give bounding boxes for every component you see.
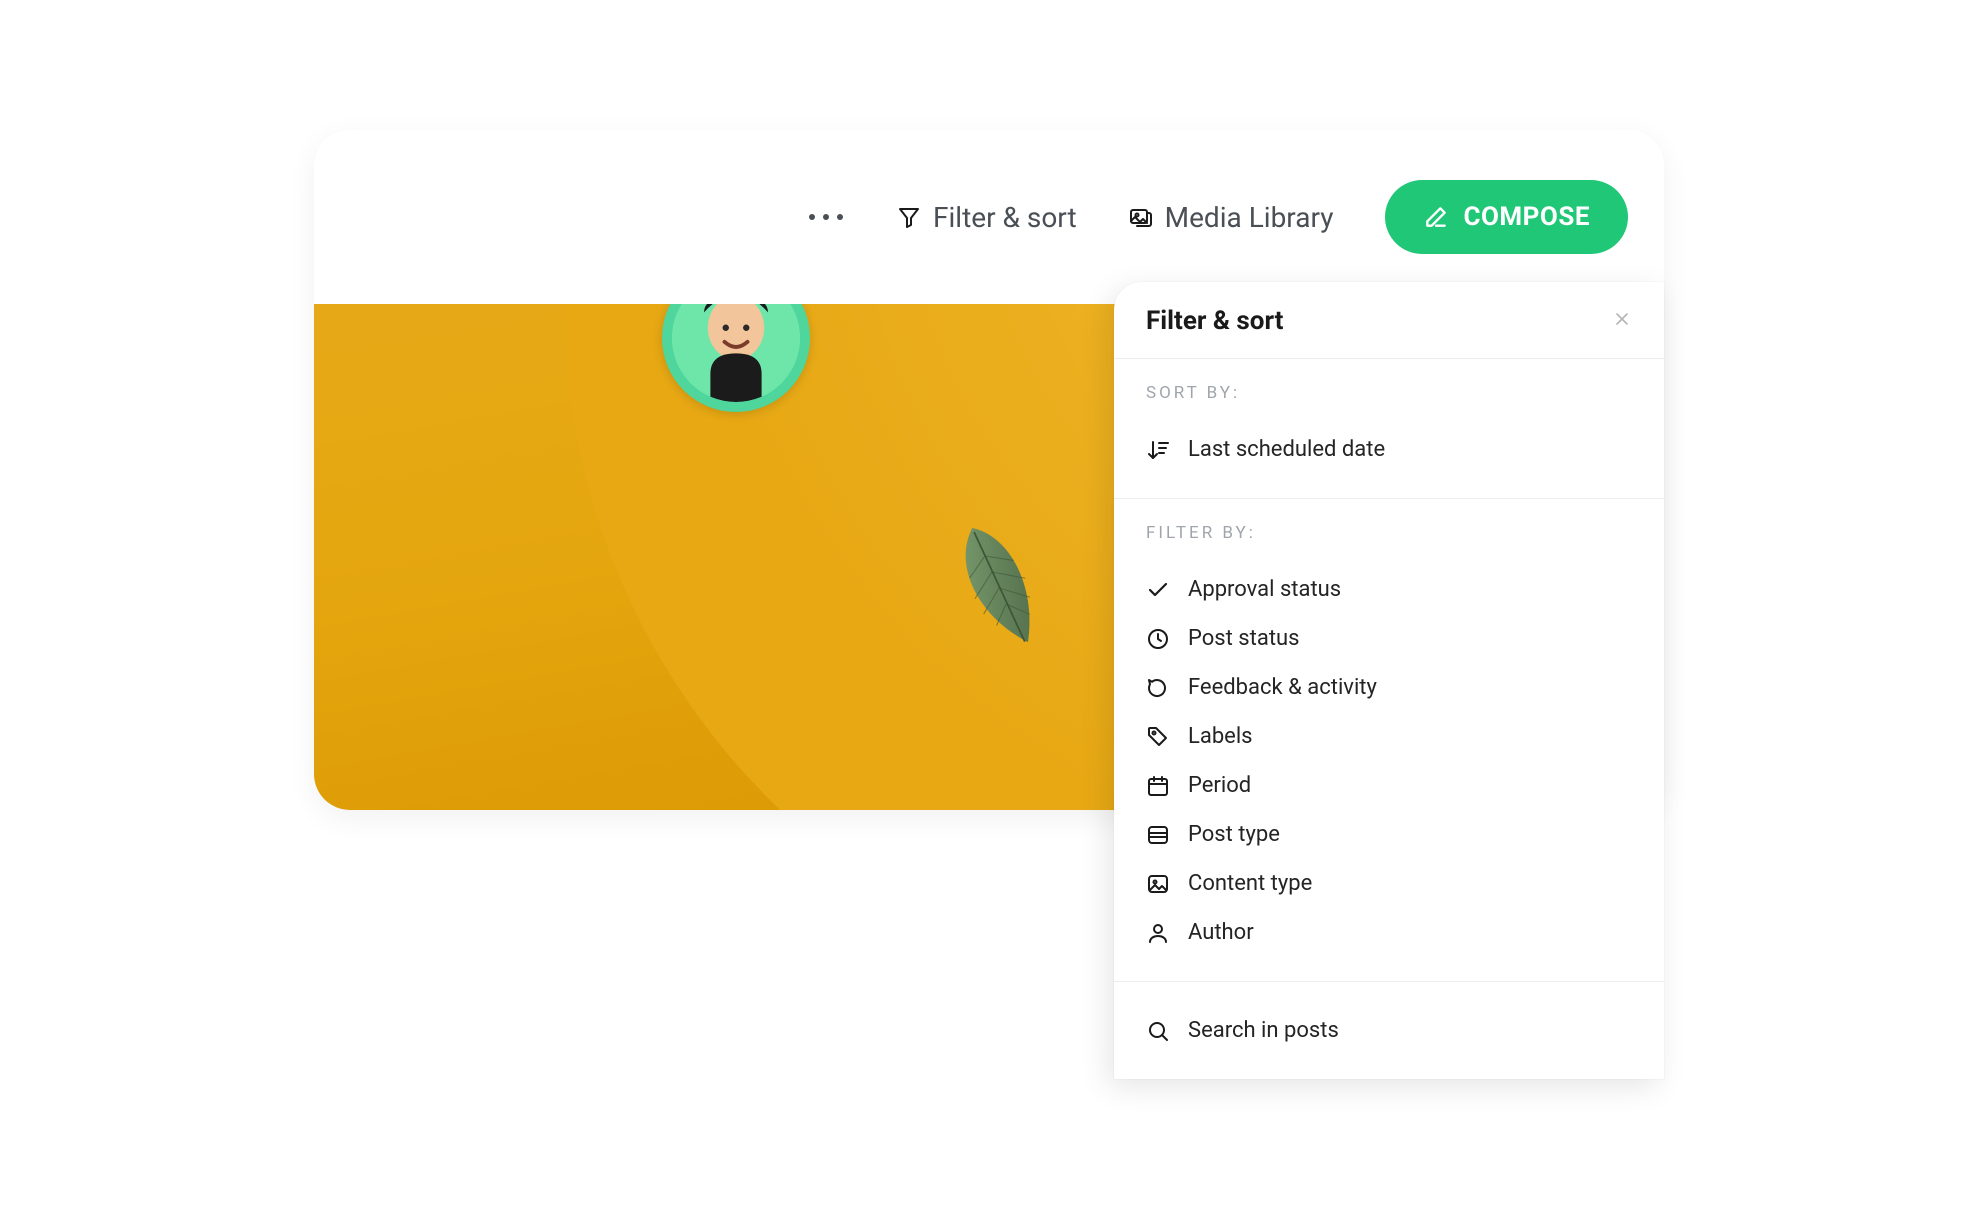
filter-option-label: Approval status xyxy=(1188,577,1341,602)
tag-icon xyxy=(1146,725,1170,749)
filter-option-label: Post status xyxy=(1188,626,1300,651)
compose-icon xyxy=(1423,204,1449,230)
panel-title: Filter & sort xyxy=(1146,306,1283,336)
close-button[interactable] xyxy=(1612,309,1632,333)
more-menu-button[interactable] xyxy=(807,208,845,226)
filter-option-period[interactable]: Period xyxy=(1146,761,1632,810)
search-icon xyxy=(1146,1019,1170,1043)
filter-option-approval-status[interactable]: Approval status xyxy=(1146,565,1632,614)
sort-by-section: SORT BY: Last scheduled date xyxy=(1114,359,1664,499)
filter-by-section: FILTER BY: Approval status Post status F… xyxy=(1114,499,1664,982)
clock-icon xyxy=(1146,627,1170,651)
sort-desc-icon xyxy=(1146,438,1170,462)
filter-option-post-type[interactable]: Post type xyxy=(1146,810,1632,859)
filter-option-author[interactable]: Author xyxy=(1146,908,1632,957)
comment-icon xyxy=(1146,676,1170,700)
panel-header: Filter & sort xyxy=(1114,282,1664,359)
leaf-graphic xyxy=(929,506,1068,671)
filter-option-label: Feedback & activity xyxy=(1188,675,1377,700)
filter-sort-label: Filter & sort xyxy=(933,201,1077,234)
user-avatar-bubble xyxy=(662,304,810,412)
filter-option-labels[interactable]: Labels xyxy=(1146,712,1632,761)
check-icon xyxy=(1146,578,1170,602)
compose-label: COMPOSE xyxy=(1463,202,1590,232)
filter-sort-button[interactable]: Filter & sort xyxy=(897,201,1077,234)
user-icon xyxy=(1146,921,1170,945)
close-icon xyxy=(1612,309,1632,329)
filter-option-feedback-activity[interactable]: Feedback & activity xyxy=(1146,663,1632,712)
search-section: Search in posts xyxy=(1114,982,1664,1079)
sort-option-last-scheduled[interactable]: Last scheduled date xyxy=(1146,425,1632,474)
filter-option-label: Post type xyxy=(1188,822,1280,847)
avatar-illustration xyxy=(672,304,800,402)
image-stack-icon xyxy=(1146,823,1170,847)
search-in-posts-label: Search in posts xyxy=(1188,1018,1339,1043)
filter-option-post-status[interactable]: Post status xyxy=(1146,614,1632,663)
filter-option-label: Author xyxy=(1188,920,1254,945)
filter-option-label: Content type xyxy=(1188,871,1312,896)
media-library-button[interactable]: Media Library xyxy=(1129,201,1334,234)
folder-image-icon xyxy=(1129,205,1153,229)
filter-option-label: Period xyxy=(1188,773,1251,798)
filter-option-label: Labels xyxy=(1188,724,1253,749)
image-icon xyxy=(1146,872,1170,896)
compose-button[interactable]: COMPOSE xyxy=(1385,180,1628,254)
calendar-icon xyxy=(1146,774,1170,798)
filter-by-heading: FILTER BY: xyxy=(1146,523,1632,543)
filter-option-content-type[interactable]: Content type xyxy=(1146,859,1632,908)
sort-option-label: Last scheduled date xyxy=(1188,437,1385,462)
media-library-label: Media Library xyxy=(1165,201,1334,234)
search-in-posts-button[interactable]: Search in posts xyxy=(1146,1006,1632,1055)
sort-by-heading: SORT BY: xyxy=(1146,383,1632,403)
filter-sort-panel: Filter & sort SORT BY: Last scheduled da… xyxy=(1114,282,1664,1079)
app-stage: Filter & sort Media Library COMPOSE xyxy=(314,130,1664,450)
toolbar: Filter & sort Media Library COMPOSE xyxy=(314,130,1664,304)
funnel-icon xyxy=(897,205,921,229)
avatar xyxy=(662,304,810,412)
